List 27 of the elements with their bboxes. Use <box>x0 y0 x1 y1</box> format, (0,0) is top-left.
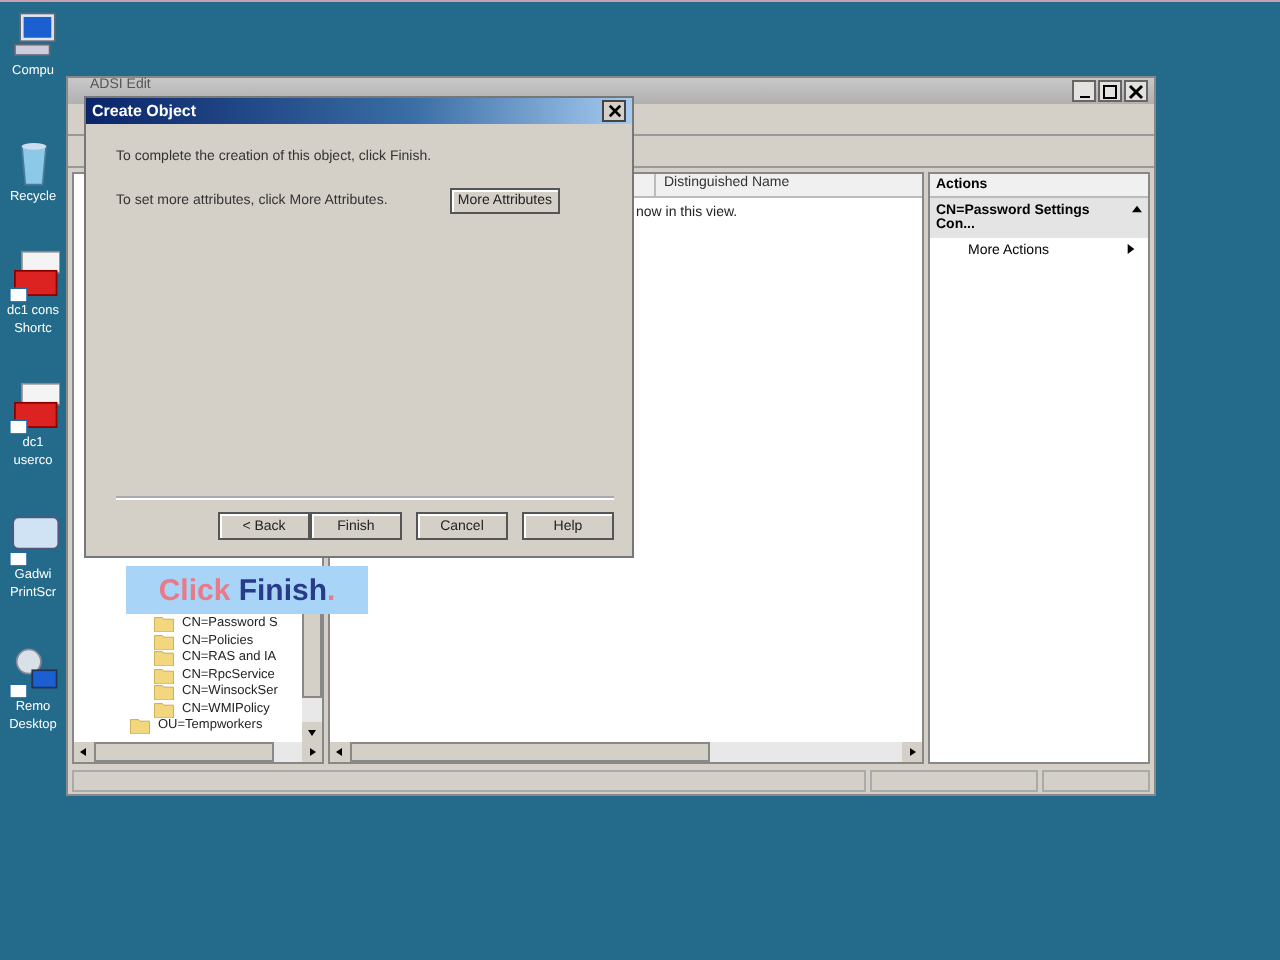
dialog-title: Create Object <box>92 102 197 120</box>
close-icon <box>1128 83 1144 99</box>
maximize-button[interactable] <box>1098 80 1122 102</box>
collapse-icon <box>1132 204 1142 214</box>
submenu-arrow-icon <box>1126 244 1136 254</box>
remote-desktop-icon[interactable] <box>7 646 59 698</box>
scroll-down-icon[interactable] <box>302 722 322 742</box>
minimize-icon <box>1079 95 1089 98</box>
horizontal-scrollbar[interactable] <box>74 742 322 762</box>
monitor-icon[interactable] <box>7 514 59 566</box>
scroll-left-icon[interactable] <box>74 742 94 762</box>
scroll-thumb[interactable] <box>302 610 322 698</box>
vertical-scrollbar[interactable] <box>302 610 322 742</box>
horizontal-scrollbar[interactable] <box>330 742 922 762</box>
maximize-icon <box>1102 83 1118 99</box>
instruction-text: Click Finish. <box>158 573 336 607</box>
scroll-left-icon[interactable] <box>330 742 350 762</box>
scroll-right-icon[interactable] <box>902 742 922 762</box>
scroll-thumb[interactable] <box>350 742 710 762</box>
close-icon <box>607 104 621 118</box>
toolbox-icon[interactable] <box>7 382 59 434</box>
scroll-right-icon[interactable] <box>302 742 322 762</box>
toolbox-icon[interactable] <box>7 250 59 302</box>
close-button[interactable] <box>1124 80 1148 102</box>
close-button[interactable] <box>602 100 626 122</box>
minimize-button[interactable] <box>1072 80 1096 102</box>
scroll-thumb[interactable] <box>94 742 274 762</box>
